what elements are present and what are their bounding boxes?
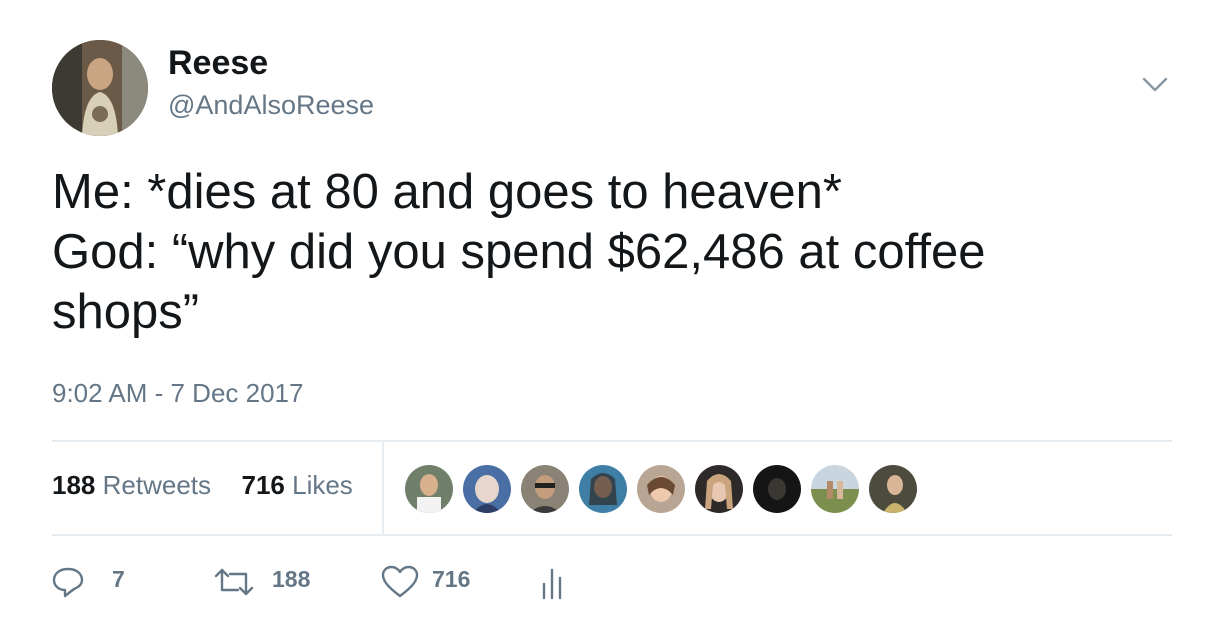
stats-divider (382, 442, 384, 534)
analytics-button[interactable] (538, 562, 568, 602)
analytics-icon (542, 568, 562, 600)
reply-icon (52, 567, 84, 598)
tweet-text-line: shops” (52, 285, 200, 339)
likes-count: 716 (241, 470, 285, 500)
retweets-label: Retweets (102, 470, 212, 500)
tweet-timestamp[interactable]: 9:02 AM - 7 Dec 2017 (52, 378, 303, 409)
reply-button[interactable]: 7 (50, 562, 140, 602)
retweet-button[interactable]: 188 (212, 562, 352, 602)
divider (52, 534, 1172, 536)
liker-avatar[interactable] (868, 464, 918, 514)
author-handle[interactable]: @AndAlsoReese (168, 90, 374, 121)
tweet-stats: 188 Retweets 716 Likes (52, 470, 353, 501)
retweet-icon (214, 568, 254, 596)
divider (52, 440, 1172, 442)
author-avatar[interactable] (52, 40, 148, 136)
tweet-text: Me: *dies at 80 and goes to heaven* God:… (52, 162, 1182, 342)
like-button[interactable]: 716 (380, 562, 520, 602)
retweets-count: 188 (52, 470, 96, 500)
heart-icon (381, 565, 419, 598)
like-count: 716 (432, 566, 471, 592)
retweets-stat[interactable]: 188 Retweets (52, 470, 211, 501)
liker-avatar[interactable] (520, 464, 570, 514)
retweet-count: 188 (272, 566, 311, 592)
liker-avatar[interactable] (462, 464, 512, 514)
liker-avatar[interactable] (404, 464, 454, 514)
liker-avatar[interactable] (636, 464, 686, 514)
author-name[interactable]: Reese (168, 44, 268, 83)
likes-label: Likes (292, 470, 353, 500)
tweet-text-line: God: “why did you spend $62,486 at coffe… (52, 225, 986, 279)
chevron-down-icon[interactable] (1140, 70, 1170, 100)
liker-avatar[interactable] (694, 464, 744, 514)
liker-avatar[interactable] (810, 464, 860, 514)
tweet-text-line: Me: *dies at 80 and goes to heaven* (52, 165, 843, 219)
likes-stat[interactable]: 716 Likes (241, 470, 352, 501)
reply-count: 7 (112, 566, 125, 592)
liker-avatar[interactable] (578, 464, 628, 514)
liker-avatar[interactable] (752, 464, 802, 514)
